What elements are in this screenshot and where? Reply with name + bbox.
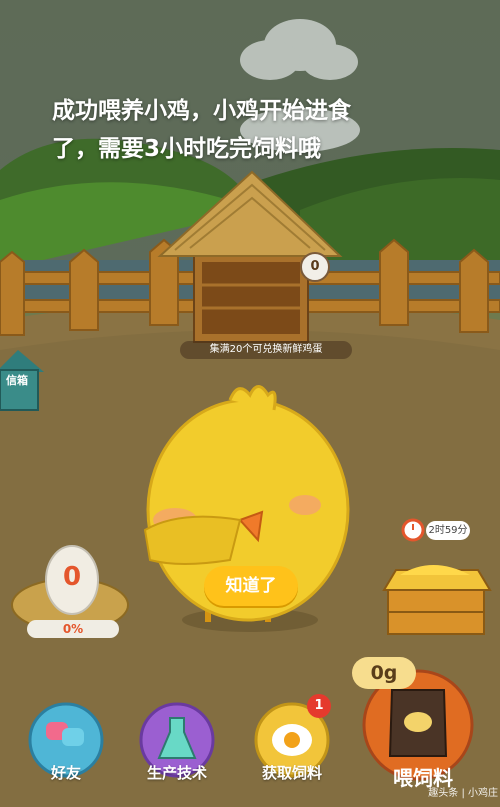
feeding-message: 成功喂养小鸡，小鸡开始进食 了，需要3小时吃完饲料哦 (52, 92, 382, 168)
feed-timer: 2时59分 (426, 521, 470, 540)
confirm-button[interactable]: 知道了 (204, 566, 298, 606)
game-screen: 成功喂养小鸡，小鸡开始进食 了，需要3小时吃完饲料哦 0 集满20个可兑换新鲜鸡… (0, 0, 500, 807)
feed-amount: 0g (352, 657, 416, 689)
egg-progress: 0% (27, 620, 119, 638)
message-line-2: 了，需要3小时吃完饲料哦 (52, 136, 322, 162)
friends-button-label[interactable]: 好友 (16, 762, 116, 783)
tech-button-label[interactable]: 生产技术 (127, 762, 227, 783)
alarm-clock-icon (401, 518, 425, 542)
message-line-1: 成功喂养小鸡，小鸡开始进食 (52, 98, 351, 124)
get-feed-badge: 1 (307, 694, 331, 718)
coop-caption: 集满20个可兑换新鲜鸡蛋 (180, 341, 352, 359)
get-feed-button-label[interactable]: 获取饲料 (242, 762, 342, 783)
feed-crate-icon[interactable] (382, 565, 492, 635)
coop-egg-count: 0 (300, 252, 330, 282)
egg-count: 0 (62, 562, 82, 592)
watermark: 趣头条 | 小鸡庄 (428, 788, 498, 799)
mailbox-label[interactable]: 信箱 (0, 372, 34, 390)
